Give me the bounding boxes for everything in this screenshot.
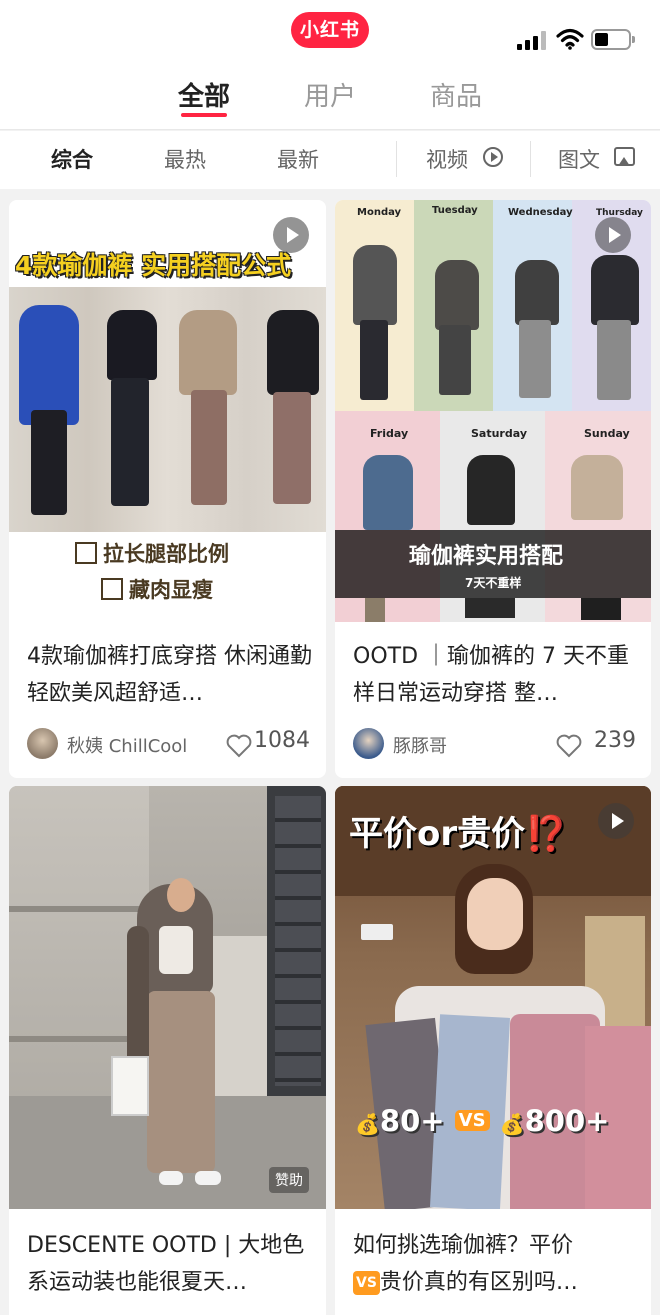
divider [396, 141, 397, 177]
sponsored-badge: 赞助 [269, 1167, 309, 1193]
note-title[interactable]: 如何挑选瑜伽裤？平价 VS 贵价真的有区别吗… [353, 1227, 638, 1301]
divider [530, 141, 531, 177]
active-tab-indicator [181, 113, 227, 117]
like-count: 239 [594, 728, 636, 753]
cover-day-label: Wednesday [508, 207, 573, 218]
cover-day-label: Monday [357, 207, 402, 218]
cover-price-line: 💰80+ VS 💰800+ [355, 1104, 610, 1138]
note-title[interactable]: DESCENTE OOTD | 大地色系运动装也能很夏天… [27, 1227, 312, 1301]
note-card[interactable]: 赞助 DESCENTE OOTD | 大地色系运动装也能很夏天… [9, 786, 326, 1315]
app-logo: 小红书 [291, 12, 369, 48]
note-card[interactable]: 4款瑜伽裤 实用搭配公式 拉长腿部比例 藏肉显瘦 4款瑜伽裤打底穿搭 休闲通勤轻… [9, 200, 326, 778]
cover-headline: 4款瑜伽裤 实用搭配公式 [15, 251, 292, 280]
author-name[interactable]: 秋姨 ChillCool [67, 732, 187, 758]
status-bar: 小红书 [0, 0, 660, 68]
filter-video[interactable]: 视频 [426, 144, 468, 174]
sort-filter-bar: 综合 最热 最新 视频 图文 [0, 131, 660, 189]
avatar[interactable] [27, 728, 58, 759]
filter-hottest[interactable]: 最热 [164, 144, 206, 174]
wifi-icon [556, 28, 584, 50]
note-title[interactable]: 4款瑜伽裤打底穿搭 休闲通勤轻欧美风超舒适… [27, 638, 312, 712]
cover-day-label: Tuesday [432, 205, 478, 216]
note-cover-image: 4款瑜伽裤 实用搭配公式 拉长腿部比例 藏肉显瘦 [9, 200, 326, 622]
note-card[interactable]: 平价or贵价⁉️ 💰80+ VS 💰800+ 如何挑选瑜伽裤？平价 VS 贵价真的有… [335, 786, 651, 1315]
cover-day-label: Sunday [584, 427, 630, 440]
video-play-icon [598, 803, 634, 839]
video-play-icon [483, 147, 503, 167]
avatar[interactable] [353, 728, 384, 759]
video-play-icon [595, 217, 631, 253]
heart-icon[interactable] [556, 734, 582, 758]
like-count: 1084 [254, 728, 310, 753]
note-cover-image: Monday Tuesday Wednesday Thursday Friday… [335, 200, 651, 622]
note-title[interactable]: OOTD ｜瑜伽裤的 7 天不重样日常运动穿搭 整… [353, 638, 638, 712]
cover-headline: 平价or贵价⁉️ [349, 814, 568, 854]
video-play-icon [273, 217, 309, 253]
cover-day-label: Saturday [471, 427, 527, 440]
cover-headline: 瑜伽裤实用搭配 [409, 544, 564, 569]
filter-comprehensive[interactable]: 综合 [51, 144, 93, 174]
search-category-tabs: 全部 用户 商品 [0, 68, 660, 130]
filter-image-text[interactable]: 图文 [558, 144, 600, 174]
cover-day-label: Friday [370, 427, 409, 440]
tab-users[interactable]: 用户 [304, 76, 356, 113]
cover-subtitle: 7天不重样 [465, 576, 522, 590]
tab-products[interactable]: 商品 [430, 76, 482, 113]
vs-badge: VS [353, 1271, 380, 1295]
image-icon [614, 147, 635, 166]
filter-newest[interactable]: 最新 [277, 144, 319, 174]
tab-all[interactable]: 全部 [178, 76, 230, 113]
heart-icon[interactable] [226, 734, 252, 758]
battery-icon [591, 29, 635, 50]
note-cover-image: 赞助 [9, 786, 326, 1209]
cover-line: 藏肉显瘦 [101, 574, 213, 604]
author-name[interactable]: 豚豚哥 [393, 732, 447, 758]
cellular-signal-icon [517, 30, 547, 50]
note-cover-image: 平价or贵价⁉️ 💰80+ VS 💰800+ [335, 786, 651, 1209]
note-meta: 豚豚哥 239 [353, 726, 636, 760]
cover-line: 拉长腿部比例 [75, 538, 229, 568]
note-card[interactable]: Monday Tuesday Wednesday Thursday Friday… [335, 200, 651, 778]
cover-day-label: Thursday [596, 208, 643, 218]
note-meta: 秋姨 ChillCool 1084 [27, 726, 310, 760]
